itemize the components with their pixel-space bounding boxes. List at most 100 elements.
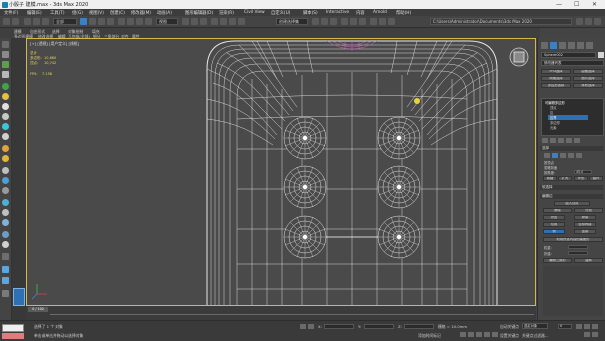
layout-tab-icon[interactable]: [2, 290, 9, 297]
ffd-select-button[interactable]: FFD选择: [541, 69, 571, 74]
zoom-icon[interactable]: [584, 324, 590, 329]
orbit-icon[interactable]: [584, 332, 590, 337]
create-tab-icon[interactable]: [541, 42, 548, 49]
maximize-button[interactable]: ☐: [574, 1, 579, 8]
go-to-end-icon[interactable]: [492, 332, 498, 337]
select-by-name-icon[interactable]: [89, 18, 96, 25]
connect-button[interactable]: 连接: [574, 229, 596, 234]
perspective-viewport[interactable]: [+] [透视] [用户定义] [线框] 总计 多边形: 10,680 顶点: …: [26, 38, 536, 306]
selected-dropdown[interactable]: 选定对象: [522, 323, 548, 329]
lock-selection-icon[interactable]: [300, 324, 306, 329]
sphere-icon[interactable]: [2, 103, 9, 110]
chamfer-button[interactable]: 切角: [543, 222, 565, 227]
turn-button[interactable]: 旋转: [574, 258, 603, 263]
remove-modifier-icon[interactable]: [566, 138, 572, 143]
spinner-snap-icon[interactable]: [238, 18, 245, 25]
motion-tab-icon[interactable]: [568, 42, 575, 49]
percent-snap-icon[interactable]: [229, 18, 236, 25]
undo-icon[interactable]: [3, 18, 10, 25]
timeline[interactable]: 0 / 100: [26, 306, 536, 320]
menu-arnold[interactable]: Arnold: [373, 10, 387, 15]
render-setup-icon[interactable]: [370, 18, 377, 25]
spacewarps-icon[interactable]: [2, 145, 9, 152]
rollout-selection-header[interactable]: 选择: [540, 146, 603, 151]
prev-frame-icon[interactable]: [468, 332, 474, 337]
sort-icon[interactable]: [2, 231, 9, 238]
wireframe-die[interactable]: [27, 39, 536, 306]
align-icon[interactable]: [321, 18, 328, 25]
user-icon[interactable]: [585, 18, 592, 25]
material-editor-icon[interactable]: [359, 18, 366, 25]
modifier-stack[interactable]: 可编辑多边形 顶点 边 边界 多边形 元素: [541, 98, 604, 136]
crease-spinner[interactable]: [568, 251, 588, 255]
z-coord-field[interactable]: [404, 324, 434, 329]
mesh-select-button[interactable]: 网格选择: [541, 76, 571, 81]
shrink-button[interactable]: 收缩: [543, 176, 557, 181]
rollout-edit-edges-header[interactable]: 编辑边: [540, 194, 603, 199]
border-mode-icon[interactable]: [560, 153, 566, 158]
select-manipulate-icon[interactable]: [191, 18, 198, 25]
split-button[interactable]: 分割: [574, 208, 603, 213]
select-icon[interactable]: [2, 41, 9, 48]
element-mode-icon[interactable]: [576, 153, 582, 158]
bind-spacewarp-icon[interactable]: [42, 18, 49, 25]
camera-icon[interactable]: [2, 113, 9, 120]
play-icon[interactable]: [476, 332, 482, 337]
utilities-tab-icon[interactable]: [586, 42, 593, 49]
helpers-icon[interactable]: [2, 133, 9, 140]
edge-mode-icon[interactable]: [552, 153, 558, 158]
unlink-icon[interactable]: [33, 18, 40, 25]
modifier-list-dropdown[interactable]: 修改器列表: [541, 60, 604, 66]
hidden-icon[interactable]: [2, 219, 9, 226]
selection-filter-dropdown[interactable]: 全部: [53, 18, 77, 25]
xref-icon[interactable]: [2, 199, 9, 206]
render-production-icon[interactable]: [388, 18, 395, 25]
link-icon[interactable]: [24, 18, 31, 25]
extrude-button[interactable]: 挤出: [543, 215, 565, 220]
close-button[interactable]: ✕: [592, 1, 597, 8]
redo-icon[interactable]: [12, 18, 19, 25]
menu-interactive[interactable]: Interactive: [326, 10, 349, 15]
poly-select-button[interactable]: 多边形选择: [541, 83, 571, 88]
viewport-layout-thumbnail[interactable]: [13, 288, 25, 306]
shapes-icon[interactable]: [2, 123, 9, 130]
keyboard-shortcut-icon[interactable]: [200, 18, 207, 25]
auto-key-button[interactable]: 自动关键点: [500, 324, 519, 330]
light-icon[interactable]: [2, 93, 9, 100]
weight-spinner[interactable]: [568, 245, 588, 249]
scene-explorer-strip[interactable]: [12, 38, 26, 320]
menu-civil-view[interactable]: Civil View: [244, 10, 265, 15]
frozen-icon[interactable]: [2, 209, 9, 216]
scale-icon[interactable]: [136, 18, 143, 25]
pivot-icon[interactable]: [182, 18, 189, 25]
rect-selection-icon[interactable]: [98, 18, 105, 25]
polygon-mode-icon[interactable]: [568, 153, 574, 158]
bones-icon[interactable]: [2, 167, 9, 174]
track-bar[interactable]: [50, 314, 534, 315]
maxscript-listener-field[interactable]: [2, 324, 24, 332]
time-slider[interactable]: 0 / 100: [28, 307, 48, 312]
containers-icon[interactable]: [2, 187, 9, 194]
next-frame-icon[interactable]: [484, 332, 490, 337]
configure-sets-icon[interactable]: [574, 138, 580, 143]
add-time-tag-button[interactable]: 添加时间标记: [418, 333, 441, 339]
patch-select-button[interactable]: 面片选择: [573, 76, 603, 81]
toggle-icon[interactable]: [2, 253, 9, 260]
select-object-icon[interactable]: [80, 18, 87, 25]
by-angle-checkbox[interactable]: 按角度:: [544, 170, 555, 175]
move-icon[interactable]: [118, 18, 125, 25]
snaps-toggle-icon[interactable]: [211, 18, 218, 25]
pin-stack-icon[interactable]: [542, 138, 548, 143]
minimize-button[interactable]: —: [556, 1, 562, 8]
viewport-layout-icon[interactable]: [2, 277, 9, 284]
vertex-mode-icon[interactable]: [544, 153, 550, 158]
surface-select-button[interactable]: 曲面选择: [573, 69, 603, 74]
key-filters-button[interactable]: 关键点过滤器...: [522, 333, 548, 339]
ring-button[interactable]: 环形: [574, 176, 588, 181]
settings-icon[interactable]: [594, 18, 601, 25]
stack-element[interactable]: 元素: [550, 125, 557, 130]
layer-explorer-icon[interactable]: [330, 18, 337, 25]
x-coord-field[interactable]: [324, 324, 354, 329]
maxscript-error-field[interactable]: [2, 333, 24, 339]
time-config-icon[interactable]: [576, 324, 582, 329]
